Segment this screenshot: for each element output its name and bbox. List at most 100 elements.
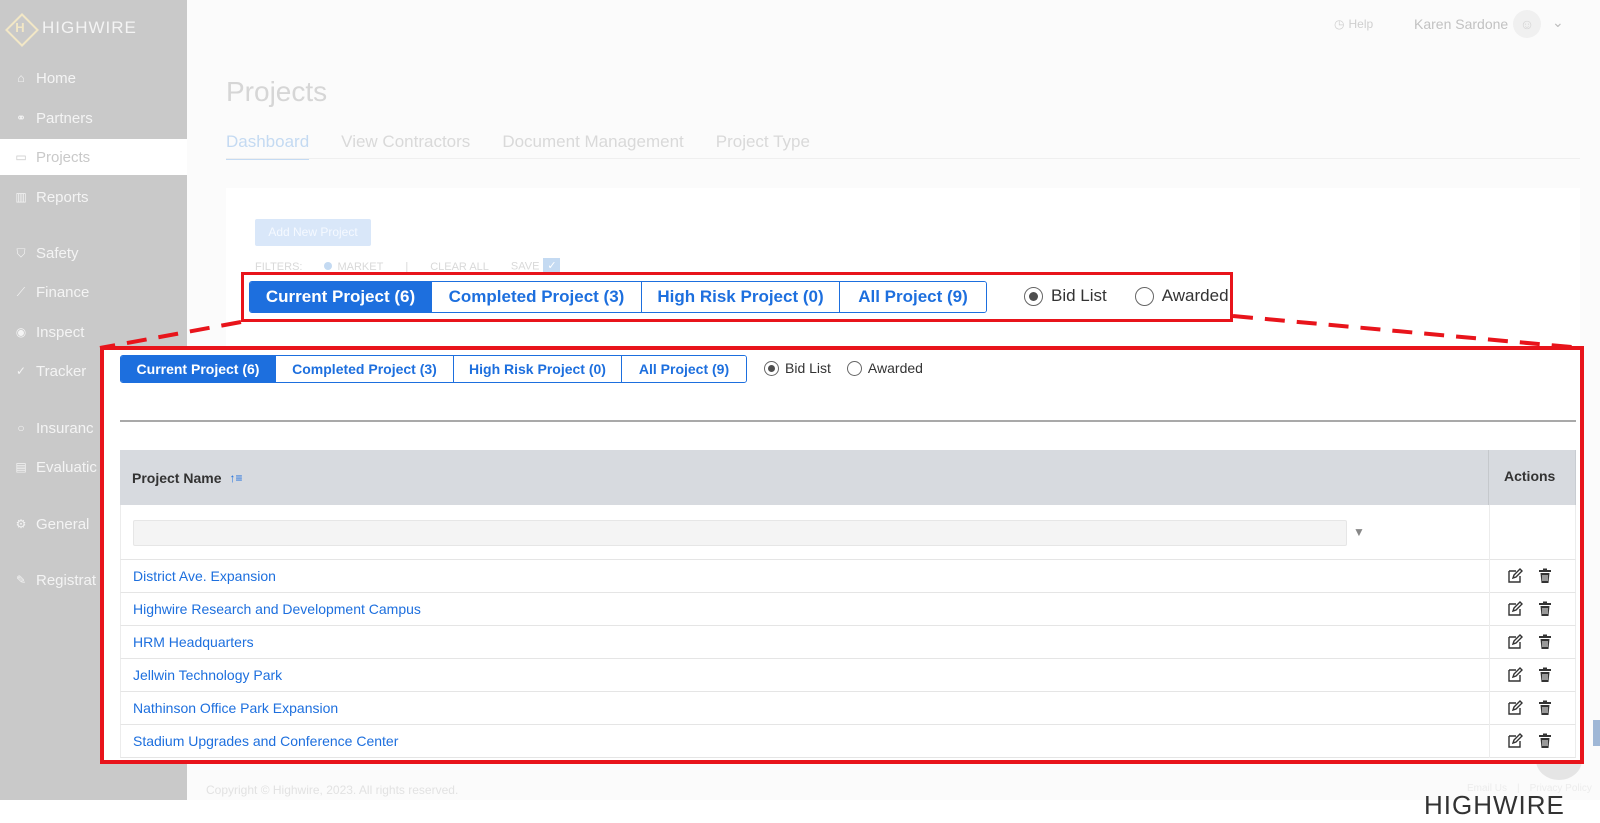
edit-icon[interactable] <box>1507 634 1523 650</box>
tab-project-type[interactable]: Project Type <box>716 132 810 160</box>
sidebar-item-finance[interactable]: ⟋ Finance <box>0 274 187 310</box>
project-name-link[interactable]: Jellwin Technology Park <box>133 667 282 683</box>
project-filter-segments: Current Project (6) Completed Project (3… <box>249 281 987 313</box>
add-new-project-button[interactable]: Add New Project <box>255 219 371 246</box>
edit-icon[interactable] <box>1507 601 1523 617</box>
trash-icon[interactable] <box>1537 568 1553 584</box>
edit-icon[interactable] <box>1507 568 1523 584</box>
header-separator <box>1488 450 1489 505</box>
sidebar-item-reports[interactable]: ▥ Reports <box>0 179 187 215</box>
filters-divider: | <box>405 260 409 273</box>
topbar <box>187 0 1600 50</box>
row-separator <box>1489 560 1490 593</box>
edit-icon[interactable] <box>1507 667 1523 683</box>
line-chart-icon: ⟋ <box>16 285 26 299</box>
zoom-radio-bid-list[interactable]: Bid List <box>764 360 831 376</box>
trash-icon[interactable] <box>1537 733 1553 749</box>
column-header-project-name[interactable]: Project Name ↑≡ <box>132 470 243 486</box>
sort-ascending-icon[interactable]: ↑≡ <box>229 471 242 485</box>
filter-icon[interactable]: ▼ <box>1353 525 1365 539</box>
clipboard-icon: ▤ <box>15 460 27 474</box>
home-icon: ⌂ <box>17 71 25 85</box>
radio-unchecked-icon <box>1134 286 1154 306</box>
eye-icon: ◉ <box>15 325 27 339</box>
clear-all-link[interactable]: CLEAR ALL <box>430 261 489 273</box>
segment-high-risk-project[interactable]: High Risk Project (0) <box>642 282 840 312</box>
help-icon: ◷ <box>1334 17 1345 31</box>
segment-all-project[interactable]: All Project (9) <box>840 282 986 312</box>
radio-bid-list[interactable]: Bid List <box>1024 286 1107 306</box>
zoom-segment-completed-project[interactable]: Completed Project (3) <box>276 356 454 382</box>
grid-rows: District Ave. Expansion Highwire Research… <box>120 560 1576 758</box>
project-name-link[interactable]: Nathinson Office Park Expansion <box>133 700 338 716</box>
edit-icon[interactable] <box>1507 700 1523 716</box>
trash-icon[interactable] <box>1537 700 1553 716</box>
sidebar-item-projects[interactable]: ▭ Projects <box>0 139 187 175</box>
sidebar-item-safety[interactable]: ⛉ Safety <box>0 235 187 271</box>
logo-mark-icon: H <box>6 14 34 42</box>
footer-brand-logo: HIGHWIRE <box>1424 790 1565 820</box>
filters-label: FILTERS: <box>255 260 303 273</box>
user-avatar-icon[interactable]: ☺ <box>1513 10 1541 38</box>
zoom-segment-current-project[interactable]: Current Project (6) <box>121 356 276 382</box>
grid-header: Project Name ↑≡ Actions <box>120 450 1576 505</box>
project-name-filter-input[interactable] <box>133 520 1347 546</box>
zoom-bid-award-radios: Bid List Awarded <box>764 360 923 376</box>
footer-copyright: Copyright © Highwire, 2023. All rights r… <box>206 783 459 797</box>
bar-chart-icon: ▥ <box>15 190 27 204</box>
sidebar-item-inspect[interactable]: ◉ Inspect <box>0 314 187 350</box>
tab-dashboard[interactable]: Dashboard <box>226 132 310 160</box>
user-name[interactable]: Karen Sardone <box>1414 16 1508 32</box>
sidebar-item-home[interactable]: ⌂ Home <box>0 60 187 96</box>
edit-icon: ✎ <box>15 573 27 587</box>
sidebar-item-partners[interactable]: ⚭ Partners <box>0 100 187 136</box>
zoom-project-filter-segments: Current Project (6) Completed Project (3… <box>120 355 747 383</box>
trash-icon[interactable] <box>1537 601 1553 617</box>
circle-icon: ○ <box>17 421 25 435</box>
bid-award-radios: Bid List Awarded <box>1024 286 1229 306</box>
project-name-link[interactable]: Stadium Upgrades and Conference Center <box>133 733 398 749</box>
trash-icon[interactable] <box>1537 667 1553 683</box>
section-divider <box>120 420 1576 422</box>
help-link[interactable]: ◷ Help <box>1334 17 1373 31</box>
shield-icon: ⛉ <box>16 246 26 260</box>
projects-grid: Project Name ↑≡ Actions ▼ District Ave. … <box>120 450 1576 758</box>
table-row: Highwire Research and Development Campus <box>120 593 1576 626</box>
check-icon: ✓ <box>15 364 27 378</box>
handshake-icon: ⚭ <box>15 111 27 125</box>
tab-view-contractors[interactable]: View Contractors <box>341 132 470 160</box>
radio-awarded[interactable]: Awarded <box>1134 286 1229 306</box>
table-row: Jellwin Technology Park <box>120 659 1576 692</box>
row-separator <box>1489 593 1490 626</box>
logo-text: HIGHWIRE <box>42 18 137 37</box>
row-separator <box>1489 626 1490 659</box>
chevron-down-icon[interactable]: ⌄ <box>1552 14 1564 31</box>
filter-market[interactable]: MARKET <box>324 261 383 273</box>
logo: H HIGHWIRE <box>6 12 137 44</box>
zoom-segment-all-project[interactable]: All Project (9) <box>622 356 746 382</box>
table-row: HRM Headquarters <box>120 626 1576 659</box>
column-header-actions: Actions <box>1504 468 1556 484</box>
table-row: Nathinson Office Park Expansion <box>120 692 1576 725</box>
edit-icon[interactable] <box>1507 733 1523 749</box>
zoom-radio-awarded[interactable]: Awarded <box>846 360 923 376</box>
project-name-link[interactable]: District Ave. Expansion <box>133 568 276 584</box>
grid-filter-row: ▼ <box>120 505 1576 560</box>
dot-icon <box>324 261 333 270</box>
zoom-segment-high-risk-project[interactable]: High Risk Project (0) <box>454 356 622 382</box>
project-name-link[interactable]: HRM Headquarters <box>133 634 254 650</box>
row-separator <box>1489 692 1490 725</box>
radio-unchecked-icon <box>846 360 862 376</box>
row-separator <box>1489 725 1490 758</box>
radio-checked-icon <box>1024 286 1043 306</box>
trash-icon[interactable] <box>1537 634 1553 650</box>
table-row: District Ave. Expansion <box>120 560 1576 593</box>
scroll-indicator <box>1593 720 1600 746</box>
segment-completed-project[interactable]: Completed Project (3) <box>432 282 642 312</box>
project-name-link[interactable]: Highwire Research and Development Campus <box>133 601 421 617</box>
page-tabs: Dashboard View Contractors Document Mana… <box>226 132 810 160</box>
zoomed-project-panel: Current Project (6) Completed Project (3… <box>100 346 1584 764</box>
page-title: Projects <box>226 76 328 107</box>
segment-current-project[interactable]: Current Project (6) <box>250 282 432 312</box>
tab-document-management[interactable]: Document Management <box>502 132 683 160</box>
